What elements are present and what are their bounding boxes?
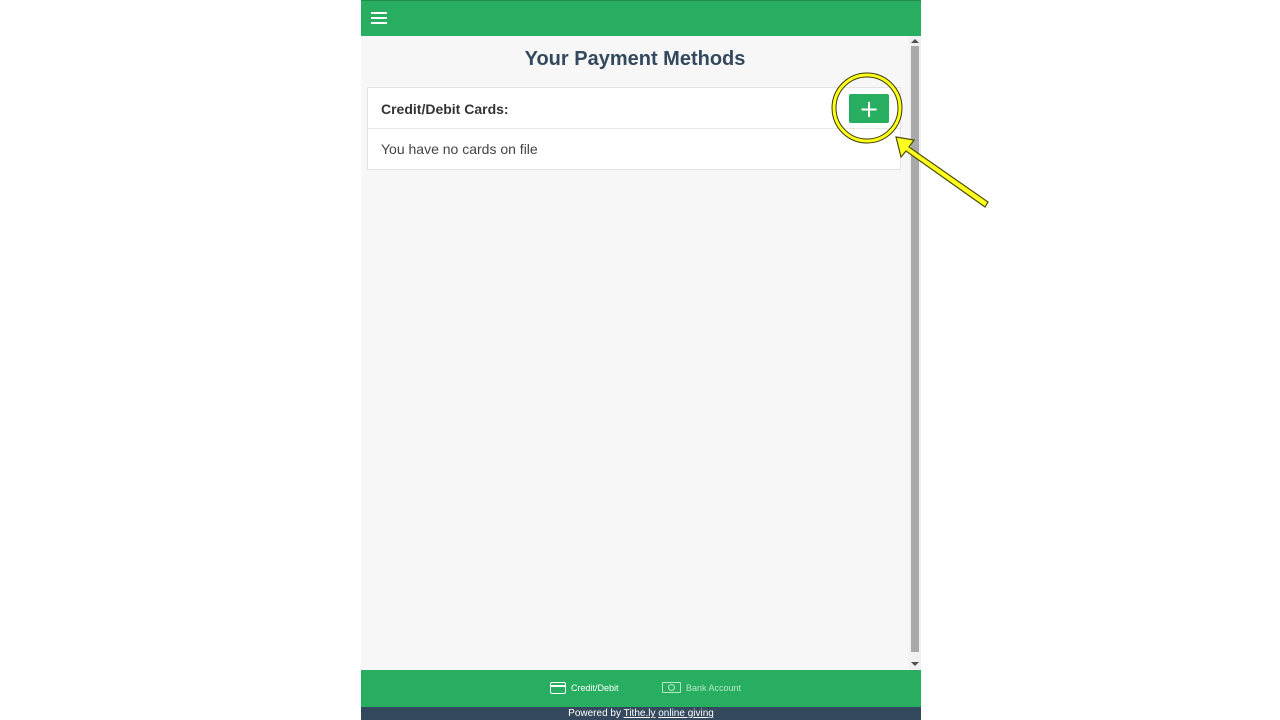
scroll-up-arrow-icon[interactable]: [911, 39, 919, 43]
nav-item-credit-debit[interactable]: Credit/Debit: [550, 682, 619, 694]
tithely-link[interactable]: Tithe.ly: [624, 708, 656, 719]
panel-header: Credit/Debit Cards: +: [368, 88, 900, 129]
empty-cards-message: You have no cards on file: [381, 141, 538, 157]
panel-title: Credit/Debit Cards:: [381, 101, 509, 117]
top-bar: [361, 0, 921, 36]
app-frame: Your Payment Methods Credit/Debit Cards:…: [361, 0, 921, 720]
online-giving-link[interactable]: online giving: [658, 708, 714, 719]
powered-by-footer: Powered by Tithe.ly online giving: [361, 707, 921, 720]
nav-item-label: Credit/Debit: [571, 683, 619, 693]
nav-item-label: Bank Account: [686, 682, 742, 693]
footer-prefix: Powered by: [568, 708, 621, 719]
add-card-button[interactable]: +: [849, 94, 889, 123]
scroll-thumb[interactable]: [911, 46, 919, 652]
banknote-icon: [662, 682, 681, 693]
nav-item-bank-account[interactable]: Bank Account: [662, 682, 741, 693]
vertical-scrollbar[interactable]: [909, 36, 921, 670]
hamburger-menu-icon[interactable]: [371, 12, 387, 25]
credit-cards-panel: Credit/Debit Cards: + You have no cards …: [367, 87, 901, 170]
main-content: Your Payment Methods Credit/Debit Cards:…: [361, 36, 909, 670]
credit-card-icon: [550, 682, 566, 694]
scroll-down-arrow-icon[interactable]: [911, 662, 919, 666]
bottom-nav: Credit/Debit Bank Account: [361, 670, 921, 707]
page-title: Your Payment Methods: [524, 48, 746, 70]
